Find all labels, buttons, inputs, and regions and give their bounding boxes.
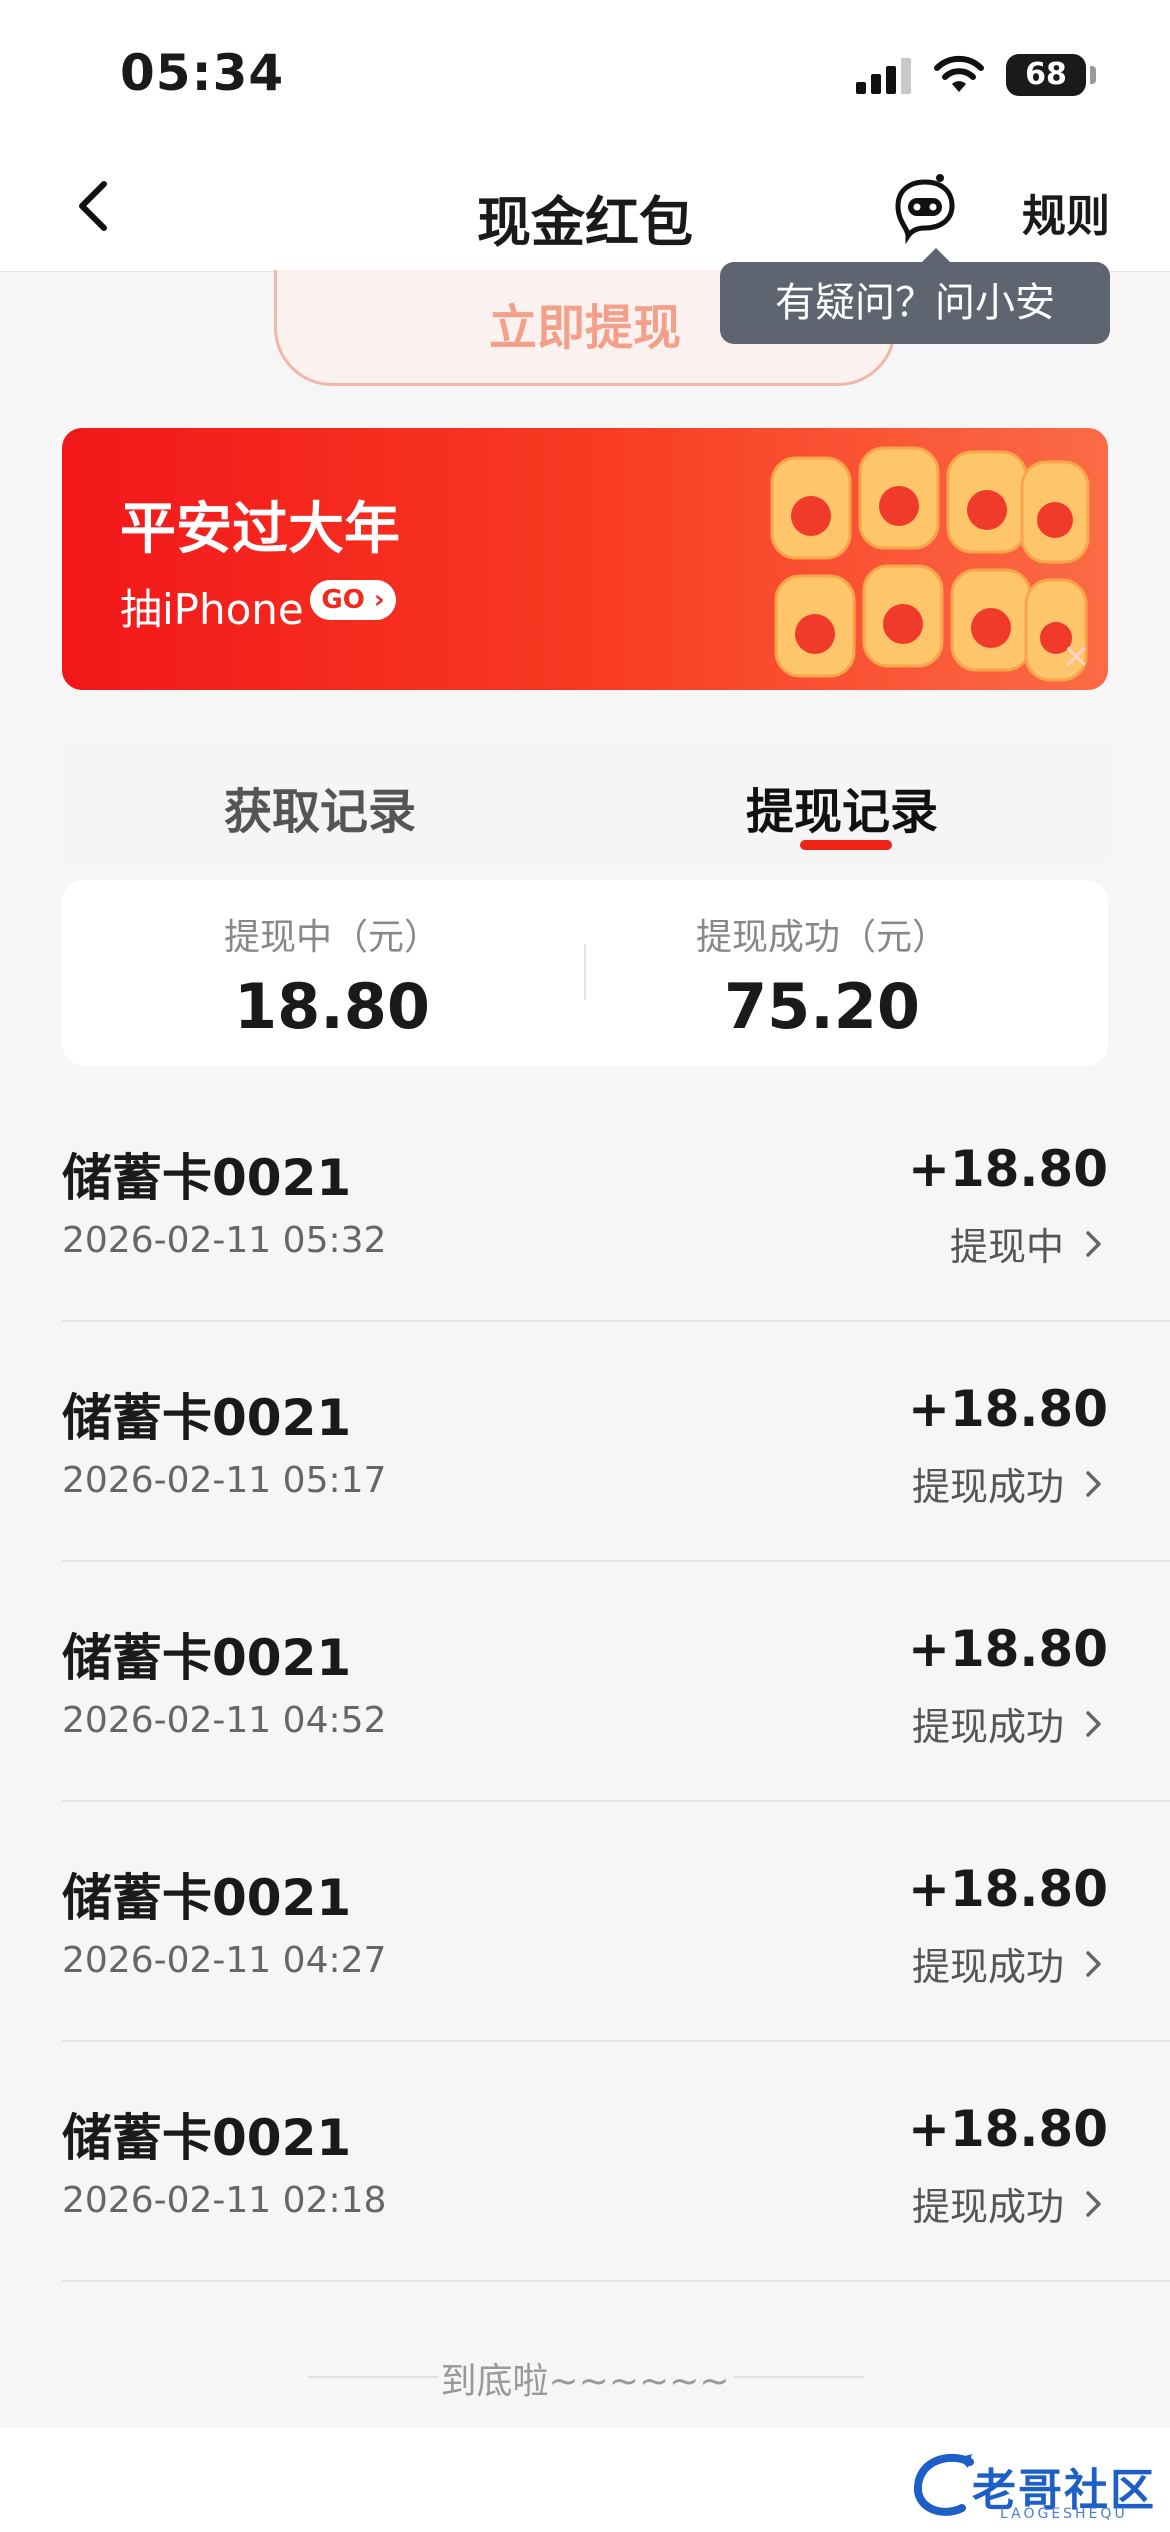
- record-time: 2026-02-11 04:27: [62, 1940, 387, 1981]
- chevron-right-icon: [1086, 2190, 1101, 2217]
- watermark-subtext: LAOGESHEQU: [1000, 2506, 1128, 2522]
- success-value: 75.20: [723, 970, 921, 1043]
- record-account: 储蓄卡0021: [62, 1389, 352, 1447]
- red-envelope-cards-illustration: [770, 446, 1090, 682]
- record-row[interactable]: 储蓄卡0021 2026-02-11 04:27 +18.80 提现成功: [0, 1802, 1170, 2042]
- pending-label: 提现中（元）: [223, 917, 440, 958]
- record-row[interactable]: 储蓄卡0021 2026-02-11 05:32 +18.80 提现中: [0, 1082, 1170, 1322]
- active-tab-indicator: [800, 840, 892, 850]
- banner-title: 平安过大年: [120, 497, 400, 562]
- chevron-right-icon: [1086, 1950, 1101, 1977]
- tab-earn-records[interactable]: 获取记录: [224, 772, 416, 842]
- record-status[interactable]: 提现成功: [912, 1696, 1108, 1751]
- signal-icon: [856, 58, 912, 94]
- record-status[interactable]: 提现成功: [912, 1456, 1108, 1511]
- record-time: 2026-02-11 04:52: [62, 1700, 387, 1741]
- watermark-logo: 老哥社区 LAOGESHEQU: [910, 2446, 1160, 2526]
- record-account: 储蓄卡0021: [62, 2109, 352, 2167]
- record-amount: +18.80: [907, 2100, 1108, 2158]
- record-status-text: 提现成功: [911, 2185, 1064, 2229]
- promo-banner[interactable]: 平安过大年 抽iPhone GO › ×: [62, 428, 1108, 690]
- record-amount: +18.80: [907, 1620, 1108, 1678]
- record-amount: +18.80: [907, 1380, 1108, 1438]
- banner-go-button[interactable]: GO ›: [310, 580, 396, 620]
- record-status[interactable]: 提现成功: [912, 2176, 1108, 2231]
- rules-link[interactable]: 规则: [1022, 180, 1110, 244]
- list-end-text: 到底啦~~~~~~: [440, 2361, 730, 2402]
- banner-close-icon[interactable]: ×: [1062, 636, 1091, 676]
- status-time: 05:34: [120, 44, 285, 102]
- record-status-text: 提现成功: [911, 1465, 1064, 1509]
- record-tabs: 获取记录 提现记录: [62, 742, 1108, 860]
- record-status-text: 提现中: [949, 1225, 1064, 1269]
- banner-subtitle: 抽iPhone: [120, 585, 304, 634]
- record-row[interactable]: 储蓄卡0021 2026-02-11 04:52 +18.80 提现成功: [0, 1562, 1170, 1802]
- chevron-right-icon: [1086, 1230, 1101, 1257]
- withdraw-summary-card: 提现中（元） 18.80 提现成功（元） 75.20: [62, 880, 1108, 1066]
- pending-summary: 提现中（元） 18.80: [132, 908, 532, 1043]
- dragon-logo-icon: [913, 2454, 974, 2516]
- record-status[interactable]: 提现成功: [912, 1936, 1108, 1991]
- status-bar: 05:34 68: [0, 0, 1170, 150]
- page-title: 现金红包: [477, 191, 693, 254]
- record-amount: +18.80: [907, 1860, 1108, 1918]
- record-amount: +18.80: [907, 1140, 1108, 1198]
- footer-divider-right: [734, 2376, 864, 2378]
- record-account: 储蓄卡0021: [62, 1629, 352, 1687]
- wifi-icon: [934, 55, 984, 92]
- summary-divider: [584, 944, 586, 1000]
- chevron-right-icon: [1086, 1470, 1101, 1497]
- battery-indicator: 68: [1006, 54, 1086, 96]
- record-time: 2026-02-11 05:17: [62, 1460, 387, 1501]
- record-time: 2026-02-11 05:32: [62, 1220, 387, 1261]
- withdraw-record-list: 储蓄卡0021 2026-02-11 05:32 +18.80 提现中 储蓄卡0…: [0, 1082, 1170, 2282]
- record-row[interactable]: 储蓄卡0021 2026-02-11 05:17 +18.80 提现成功: [0, 1322, 1170, 1562]
- record-account: 储蓄卡0021: [62, 1149, 352, 1207]
- help-tooltip[interactable]: 有疑问？问小安: [720, 248, 1110, 344]
- chevron-right-icon: [1086, 1710, 1101, 1737]
- record-status-text: 提现成功: [911, 1705, 1064, 1749]
- record-status[interactable]: 提现中: [950, 1216, 1108, 1271]
- pending-value: 18.80: [233, 970, 431, 1043]
- nav-bar: 现金红包 规则: [0, 150, 1170, 272]
- record-row[interactable]: 储蓄卡0021 2026-02-11 02:18 +18.80 提现成功: [0, 2042, 1170, 2282]
- success-label: 提现成功（元）: [695, 917, 948, 958]
- record-time: 2026-02-11 02:18: [62, 2180, 387, 2221]
- battery-tip: [1090, 66, 1096, 84]
- list-end-indicator: 到底啦~~~~~~: [0, 2346, 1170, 2406]
- tab-withdraw-records[interactable]: 提现记录: [746, 772, 938, 842]
- record-status-text: 提现成功: [911, 1945, 1064, 1989]
- success-summary: 提现成功（元） 75.20: [622, 908, 1022, 1043]
- record-account: 储蓄卡0021: [62, 1869, 352, 1927]
- assistant-bot-icon[interactable]: [888, 170, 962, 244]
